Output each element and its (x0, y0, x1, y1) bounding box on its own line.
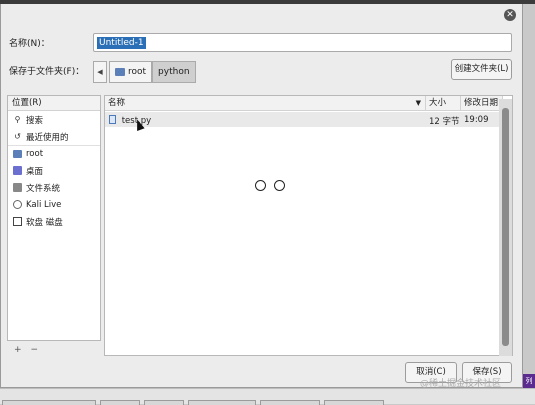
column-size[interactable]: 大小 (426, 96, 461, 111)
name-label: 名称(N)： (9, 39, 50, 49)
file-list-panel: 名称 ▼ 大小 修改日期 test.py 12 字节 19:09 (104, 95, 513, 356)
taskbar (0, 388, 535, 405)
place-desktop[interactable]: 桌面 (8, 162, 100, 179)
column-name[interactable]: 名称 ▼ (105, 96, 426, 111)
side-tab[interactable]: 列 (523, 374, 535, 388)
sort-down-icon: ▼ (415, 99, 421, 107)
taskbar-item[interactable] (188, 400, 256, 405)
places-panel: 位置(R) ⚲ 搜索 ↺ 最近使用的 root 桌面 文件系统 Kali Liv… (7, 95, 101, 341)
cd-icon (13, 200, 22, 209)
place-floppy[interactable]: 软盘 磁盘 (8, 213, 100, 230)
place-kali-live[interactable]: Kali Live (8, 196, 100, 213)
file-modified: 19:09 (464, 115, 489, 125)
folder-label: 保存于文件夹(F)： (9, 67, 85, 77)
place-filesystem[interactable]: 文件系统 (8, 179, 100, 196)
file-row-test-py[interactable]: test.py 12 字节 19:09 (105, 112, 503, 127)
places-actions: + − (14, 345, 38, 355)
floppy-icon (13, 217, 22, 226)
add-place-icon[interactable]: + (14, 345, 22, 355)
taskbar-item[interactable] (100, 400, 140, 405)
file-list-scrollbar[interactable] (499, 99, 512, 356)
taskbar-item[interactable] (324, 400, 384, 405)
column-modified[interactable]: 修改日期 (461, 96, 503, 111)
path-segment-python[interactable]: python (152, 61, 196, 83)
places-header: 位置(R) (8, 96, 100, 111)
recent-icon: ↺ (14, 132, 21, 141)
search-icon: ⚲ (14, 115, 21, 124)
save-file-dialog: ✕ 名称(N)： Untitled-1 保存于文件夹(F)： ◀ root py… (0, 4, 523, 388)
taskbar-item[interactable] (144, 400, 184, 405)
path-bar: ◀ root python (93, 61, 196, 83)
close-icon[interactable]: ✕ (504, 9, 516, 21)
remove-place-icon[interactable]: − (31, 345, 39, 355)
create-folder-button[interactable]: 创建文件夹(L) (451, 59, 512, 80)
path-segment-root[interactable]: root (109, 61, 153, 83)
file-size: 12 字节 (429, 117, 460, 127)
filename-text: Untitled-1 (97, 37, 146, 49)
loading-spinner-dot (274, 180, 285, 191)
taskbar-item[interactable] (2, 400, 96, 405)
place-search[interactable]: ⚲ 搜索 (8, 111, 100, 128)
filesystem-icon (13, 183, 22, 192)
scrollbar-thumb[interactable] (502, 108, 509, 346)
taskbar-item[interactable] (260, 400, 320, 405)
path-back-arrow-icon[interactable]: ◀ (93, 61, 107, 83)
home-folder-icon (13, 150, 22, 158)
place-root[interactable]: root (8, 145, 100, 162)
desktop-icon (13, 166, 22, 175)
python-file-icon (109, 115, 116, 124)
filename-input[interactable]: Untitled-1 (93, 33, 512, 52)
folder-icon (115, 68, 125, 76)
place-recent[interactable]: ↺ 最近使用的 (8, 128, 100, 145)
loading-spinner-dot (255, 180, 266, 191)
